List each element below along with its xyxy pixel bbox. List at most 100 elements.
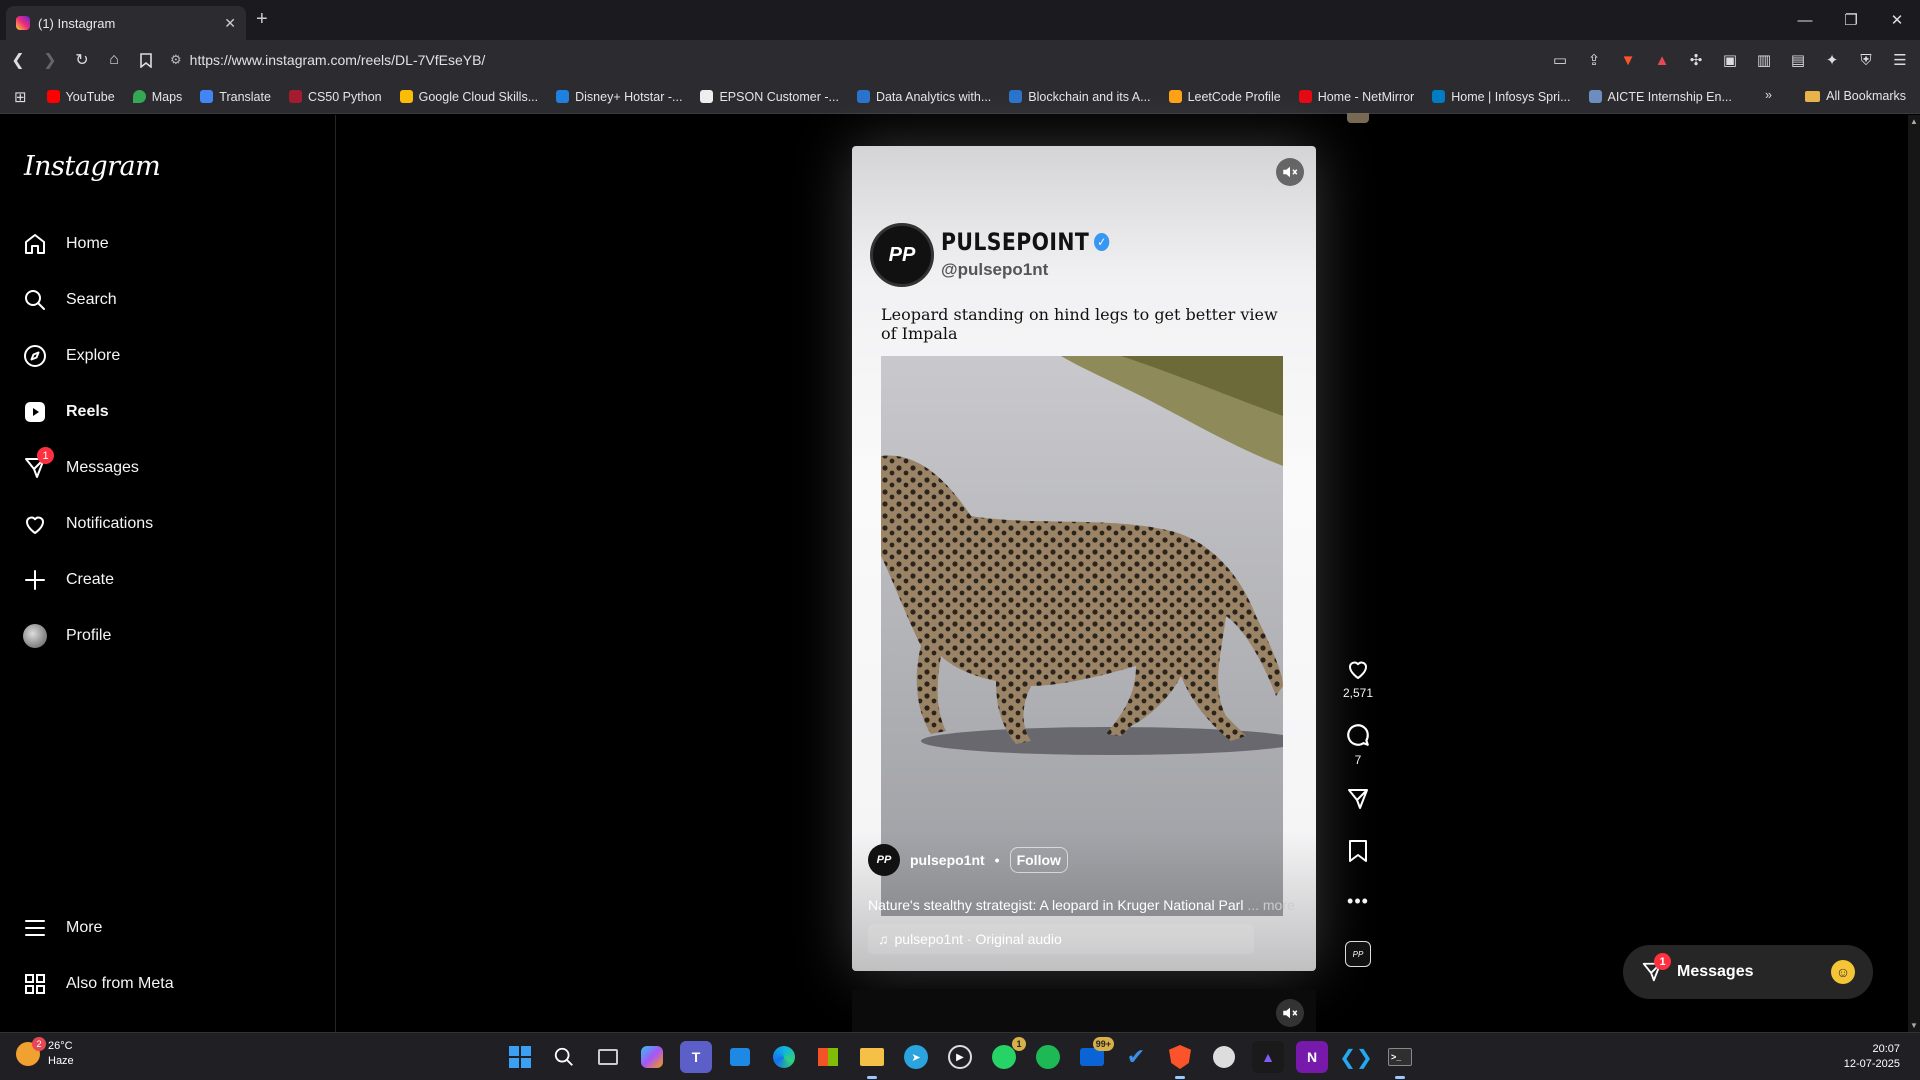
reload-icon[interactable]: ↻ [68,46,96,74]
spotify-icon[interactable] [1032,1041,1064,1073]
netmirror-icon [1298,90,1312,103]
save-action[interactable] [1336,839,1380,863]
bookmark-translate[interactable]: Translate [200,90,271,104]
weather-sun-icon: 2 [16,1037,46,1066]
bookmark-leetcode[interactable]: LeetCode Profile [1168,90,1281,104]
system-clock[interactable]: 20:07 12-07-2025 [1844,1042,1900,1072]
bookmark-aicte[interactable]: AICTE Internship En... [1588,90,1732,104]
home-browser-icon[interactable]: ⌂ [100,46,128,74]
bookmark-hotstar[interactable]: Disney+ Hotstar -... [556,90,682,104]
affinity-icon[interactable]: ▲ [1252,1041,1284,1073]
sidebar-item-profile[interactable]: Profile [22,623,111,649]
next-mute-button[interactable] [1276,999,1304,1027]
comment-action[interactable]: 7 [1336,722,1380,767]
terminal-icon[interactable]: >_ [1384,1041,1416,1079]
bookmark-epson[interactable]: EPSON Customer -... [700,90,839,104]
follow-button[interactable]: Follow [1009,847,1068,873]
browser-tab-instagram[interactable]: (1) Instagram ✕ [6,6,246,40]
microsoft-store-icon[interactable] [812,1041,844,1073]
reel-audio-link[interactable]: ♫ pulsepo1nt · Original audio [868,924,1254,954]
sidebar-item-reels[interactable]: Reels [22,399,109,425]
audio-avatar-thumbnail[interactable]: PP [1345,941,1371,967]
sidebar-item-home[interactable]: Home [22,231,109,257]
extensions-icon[interactable]: ✣ [1686,50,1706,70]
bookmark-netmirror[interactable]: Home - NetMirror [1298,90,1414,104]
url-field[interactable]: ⚙ https://www.instagram.com/reels/DL-7Vf… [170,45,1520,75]
whatsapp-badge: 1 [1012,1037,1026,1051]
telegram-icon[interactable]: ➤ [900,1041,932,1073]
mail-icon[interactable]: 99+ [1076,1037,1114,1073]
file-explorer-icon[interactable] [856,1041,888,1079]
messages-floating-button[interactable]: 1 Messages ☺ [1623,945,1873,999]
all-bookmarks-button[interactable]: All Bookmarks [1805,89,1906,103]
close-tab-icon[interactable]: ✕ [224,15,236,32]
sidebar-toggle-icon[interactable]: ▥ [1754,50,1774,70]
more-link[interactable]: ... more [1247,897,1294,913]
vscode-icon[interactable]: ❮❯ [1339,1041,1373,1073]
bookmark-maps[interactable]: Maps [132,90,182,104]
clock-app-icon[interactable] [1208,1041,1240,1073]
bookmark-youtube[interactable]: YouTube [46,90,115,104]
more-bookmarks-icon[interactable]: » [1765,88,1772,102]
task-view-icon[interactable] [592,1041,624,1073]
next-reel-preview[interactable] [852,989,1316,1032]
todo-icon[interactable]: ✔ [1120,1041,1152,1073]
minimize-icon[interactable]: — [1782,0,1828,40]
previous-reel-avatar[interactable] [1336,113,1380,125]
edge-icon[interactable] [768,1041,800,1073]
brave-shields-icon[interactable]: ▼ [1618,50,1638,70]
scroll-up-icon[interactable]: ▲ [1910,117,1918,126]
sidebar-item-more[interactable]: More [22,915,102,941]
copilot-icon[interactable] [636,1041,668,1073]
youtube-icon [46,90,60,103]
onenote-icon[interactable]: N [1296,1041,1328,1073]
vpn-icon[interactable]: ⛨ [1856,50,1876,70]
bookmark-cs50-python[interactable]: CS50 Python [288,90,382,104]
bookmark-google-cloud[interactable]: Google Cloud Skills... [399,90,538,104]
back-icon[interactable]: ❮ [4,46,32,74]
bookmark-blockchain[interactable]: Blockchain and its A... [1009,90,1151,104]
sidebar-item-messages[interactable]: 1 Messages [22,447,139,481]
weather-widget[interactable]: 2 26°C Haze [16,1037,74,1069]
teams-icon[interactable]: T [680,1041,712,1073]
bookmark-infosys[interactable]: Home | Infosys Spri... [1432,90,1571,104]
like-action[interactable]: 2,571 [1336,657,1380,700]
share-action[interactable] [1336,787,1380,811]
forward-icon[interactable]: ❯ [36,46,64,74]
sidebar-item-also-from-meta[interactable]: Also from Meta [22,971,174,997]
share-icon[interactable]: ⇪ [1584,50,1604,70]
apps-grid-icon[interactable]: ⊞ [14,88,27,106]
instagram-logo[interactable]: Instagram [24,151,161,182]
screenshot-icon[interactable]: ▣ [1720,50,1740,70]
author-username[interactable]: pulsepo1nt [910,852,985,868]
bookmark-data-analytics[interactable]: Data Analytics with... [856,90,991,104]
restore-icon[interactable]: ❐ [1828,0,1874,40]
brave-rewards-icon[interactable]: ▲ [1652,50,1672,70]
site-info-icon[interactable]: ⚙ [170,52,182,68]
windows-start-icon[interactable] [504,1041,536,1073]
menu-icon[interactable]: ☰ [1890,50,1910,70]
more-options-button[interactable]: ••• [1336,891,1380,912]
whatsapp-icon[interactable]: 1 [988,1037,1026,1073]
bookmark-page-icon[interactable] [132,46,160,74]
taskbar-search-icon[interactable] [548,1041,580,1073]
media-player-icon[interactable]: ▶ [944,1041,976,1073]
sidebar-item-notifications[interactable]: Notifications [22,511,153,537]
page-scrollbar[interactable]: ▲ ▼ [1908,115,1920,1032]
instagram-sidebar: Instagram Home Search Explore Reels 1 Me… [0,115,336,1032]
sidebar-item-explore[interactable]: Explore [22,343,120,369]
contact-avatar-icon: ☺ [1831,960,1855,984]
cast-icon[interactable]: ▭ [1550,50,1570,70]
author-avatar[interactable]: PP [868,844,900,876]
close-window-icon[interactable]: ✕ [1874,0,1920,40]
brave-browser-icon[interactable] [1164,1041,1196,1079]
reel-video-player[interactable]: PP PULSEPOINT ✓ @pulsepo1nt Leopard stan… [852,146,1316,971]
widgets-icon[interactable] [724,1041,756,1073]
sidebar-item-search[interactable]: Search [22,287,117,313]
sidebar-item-create[interactable]: Create [22,567,114,593]
wallet-icon[interactable]: ▤ [1788,50,1808,70]
new-tab-button[interactable]: + [256,8,268,31]
mute-toggle-button[interactable] [1276,158,1304,186]
scroll-down-icon[interactable]: ▼ [1910,1021,1918,1030]
leo-ai-icon[interactable]: ✦ [1822,50,1842,70]
